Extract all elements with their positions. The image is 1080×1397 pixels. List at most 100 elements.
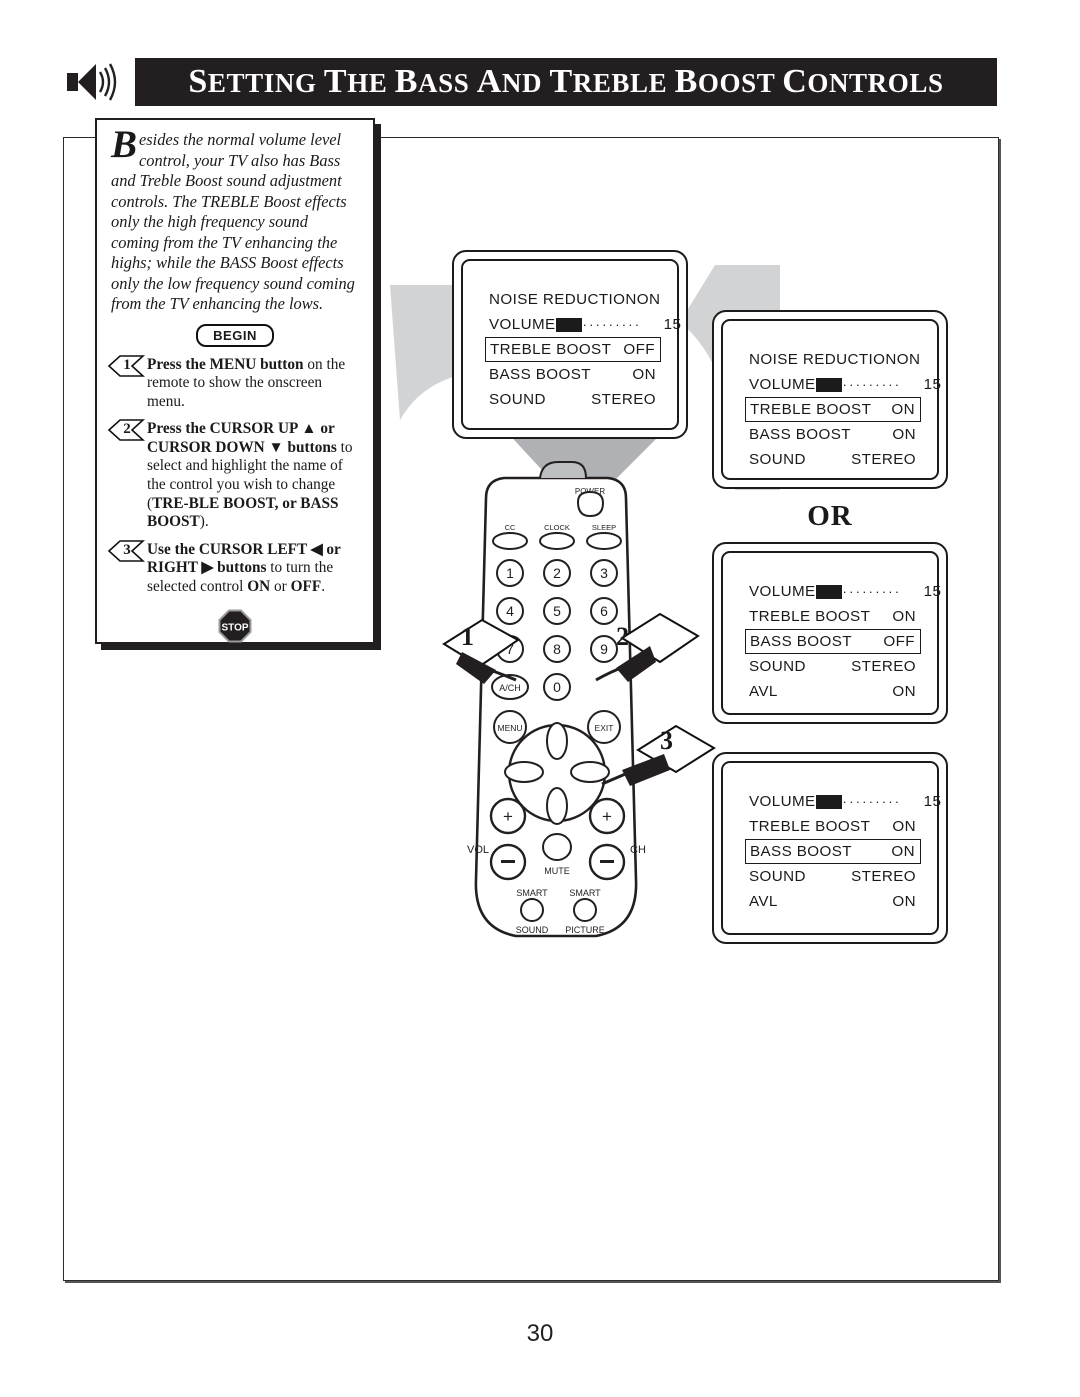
intro-paragraph: Besides the normal volume level control,… bbox=[111, 123, 359, 315]
osd-row[interactable]: BASS BOOST ON bbox=[745, 839, 921, 864]
osd-row[interactable]: AVL ON bbox=[745, 889, 921, 914]
volume-bar[interactable]: ········· bbox=[815, 376, 908, 392]
step-1: 1 Press the MENU button on the remote to… bbox=[107, 354, 359, 412]
begin-badge: BEGIN bbox=[196, 323, 274, 347]
remote-cursor-left bbox=[504, 761, 544, 783]
callout-number-1: 1 bbox=[461, 622, 474, 651]
osd-row-value: 15 bbox=[923, 583, 942, 600]
remote-key-2: 2 bbox=[553, 565, 561, 581]
step-number-1: 1 bbox=[107, 354, 146, 377]
step-3: 3 Use the CURSOR LEFT ◀ or RIGHT ▶ butto… bbox=[107, 540, 359, 597]
remote-key-1: 1 bbox=[506, 565, 514, 581]
svg-text:STOP: STOP bbox=[221, 622, 248, 633]
stop-badge: STOP bbox=[218, 609, 252, 643]
remote-smart-picture-label-2: PICTURE bbox=[565, 925, 605, 935]
osd-row[interactable]: TREBLE BOOST ON bbox=[745, 397, 921, 422]
step-1-lead: Press the MENU button bbox=[147, 355, 304, 373]
page-number: 30 bbox=[526, 1320, 554, 1347]
intro-text: esides the normal volume level control, … bbox=[111, 130, 355, 313]
volume-bar-dots: ········· bbox=[842, 793, 902, 809]
step-number-3: 3 bbox=[107, 540, 146, 562]
osd-row-value: STEREO bbox=[851, 868, 916, 885]
osd-row[interactable]: SOUND STEREO bbox=[745, 447, 921, 472]
drop-cap: B bbox=[111, 123, 138, 166]
instruction-box: Besides the normal volume level control,… bbox=[95, 118, 375, 644]
osd-menu-4: VOLUME ········· 15 TREBLE BOOST ON BASS BOOS… bbox=[745, 789, 941, 914]
osd-row-value: ON bbox=[892, 426, 916, 443]
callout-2-arrow bbox=[595, 612, 700, 682]
osd-row-value: 15 bbox=[923, 376, 942, 393]
osd-row[interactable]: BASS BOOST OFF bbox=[745, 629, 921, 654]
tv-screen-4: VOLUME ········· 15 TREBLE BOOST ON BASS BOOS… bbox=[712, 752, 948, 944]
volume-bar-fill bbox=[815, 584, 842, 599]
osd-row[interactable]: NOISE REDUCTION ON bbox=[745, 347, 921, 372]
osd-row-value: OFF bbox=[883, 633, 915, 650]
osd-row-label: AVL bbox=[749, 683, 778, 700]
osd-row-label: VOLUME bbox=[749, 793, 816, 810]
osd-row[interactable]: TREBLE BOOST ON bbox=[745, 814, 921, 839]
callout-number-2: 2 bbox=[616, 622, 629, 651]
osd-row-label: AVL bbox=[749, 893, 778, 910]
osd-row[interactable]: TREBLE BOOST ON bbox=[745, 604, 921, 629]
remote-key-3: 3 bbox=[600, 565, 608, 581]
step-2-lead: Press the CURSOR UP ▲ or CURSOR DOWN ▼ b… bbox=[147, 420, 337, 456]
remote-cursor-down bbox=[546, 787, 568, 825]
remote-cc-label: CC bbox=[505, 523, 516, 532]
osd-row-label: VOLUME bbox=[749, 583, 816, 600]
osd-row-label: NOISE REDUCTION bbox=[749, 351, 897, 368]
or-separator-label: OR bbox=[807, 500, 853, 532]
volume-bar-fill bbox=[815, 377, 842, 392]
osd-row-label: BASS BOOST bbox=[750, 843, 852, 860]
osd-row[interactable]: VOLUME ········· 15 bbox=[745, 789, 941, 814]
remote-ch-plus: + bbox=[602, 807, 612, 826]
osd-row-value: ON bbox=[891, 401, 915, 418]
osd-menu-2: NOISE REDUCTION ON VOLUME ········· 15 TREBLE… bbox=[745, 347, 941, 472]
osd-row-value: ON bbox=[896, 351, 921, 368]
osd-row-value: ON bbox=[892, 683, 916, 700]
osd-row-value: ON bbox=[892, 818, 916, 835]
osd-row-label: VOLUME bbox=[749, 376, 816, 393]
osd-row[interactable]: SOUND STEREO bbox=[745, 654, 921, 679]
remote-cursor-up bbox=[546, 722, 568, 760]
remote-ch-label: CH bbox=[630, 844, 646, 856]
step-3-end: . bbox=[321, 578, 326, 596]
step-2: 2 Press the CURSOR UP ▲ or CURSOR DOWN ▼… bbox=[107, 419, 359, 532]
remote-mute-label: MUTE bbox=[544, 866, 570, 876]
osd-row[interactable]: VOLUME ········· 15 bbox=[745, 579, 941, 604]
callout-1-arrow bbox=[442, 618, 520, 684]
osd-row-value: ON bbox=[892, 893, 916, 910]
remote-smart-sound-label-1: SMART bbox=[516, 888, 548, 898]
osd-row[interactable]: SOUND STEREO bbox=[745, 864, 921, 889]
step-number-2: 2 bbox=[107, 419, 146, 442]
volume-bar-fill bbox=[815, 794, 842, 809]
remote-mute-button bbox=[542, 833, 572, 861]
remote-smart-picture-label-1: SMART bbox=[569, 888, 601, 898]
step-3-off: OFF bbox=[290, 578, 322, 596]
osd-row[interactable]: AVL ON bbox=[745, 679, 921, 704]
osd-row[interactable]: VOLUME ········· 15 bbox=[745, 372, 941, 397]
speaker-sound-icon bbox=[63, 58, 127, 106]
osd-row-label: BASS BOOST bbox=[750, 633, 852, 650]
osd-row-value: STEREO bbox=[851, 658, 916, 675]
osd-row-label: TREBLE BOOST bbox=[750, 401, 872, 418]
remote-vol-plus: + bbox=[503, 807, 513, 826]
remote-sleep-label: SLEEP bbox=[592, 523, 616, 532]
remote-vol-label: VOL bbox=[467, 844, 489, 856]
page-header-bar: SETTING THE BASS AND TREBLE BOOST CONTRO… bbox=[135, 58, 997, 106]
volume-bar[interactable]: ········· bbox=[815, 583, 908, 599]
remote-ch-minus bbox=[600, 860, 614, 863]
osd-row-value: ON bbox=[892, 608, 916, 625]
manual-page: SETTING THE BASS AND TREBLE BOOST CONTRO… bbox=[0, 0, 1080, 1397]
osd-row-value: ON bbox=[891, 843, 915, 860]
volume-bar[interactable]: ········· bbox=[815, 793, 908, 809]
osd-row[interactable]: BASS BOOST ON bbox=[745, 422, 921, 447]
tv-screen-2: NOISE REDUCTION ON VOLUME ········· 15 TREBLE… bbox=[712, 310, 948, 489]
remote-control-illustration: POWER CC CLOCK SLEEP 1 2 3 4 5 bbox=[400, 240, 730, 970]
remote-smart-sound-label-2: SOUND bbox=[516, 925, 549, 935]
volume-bar-dots: ········· bbox=[842, 583, 902, 599]
volume-bar-dots: ········· bbox=[842, 376, 902, 392]
osd-row-value: 15 bbox=[923, 793, 942, 810]
osd-row-label: BASS BOOST bbox=[749, 426, 851, 443]
callout-number-3: 3 bbox=[660, 726, 673, 755]
remote-menu-label: MENU bbox=[497, 723, 522, 733]
